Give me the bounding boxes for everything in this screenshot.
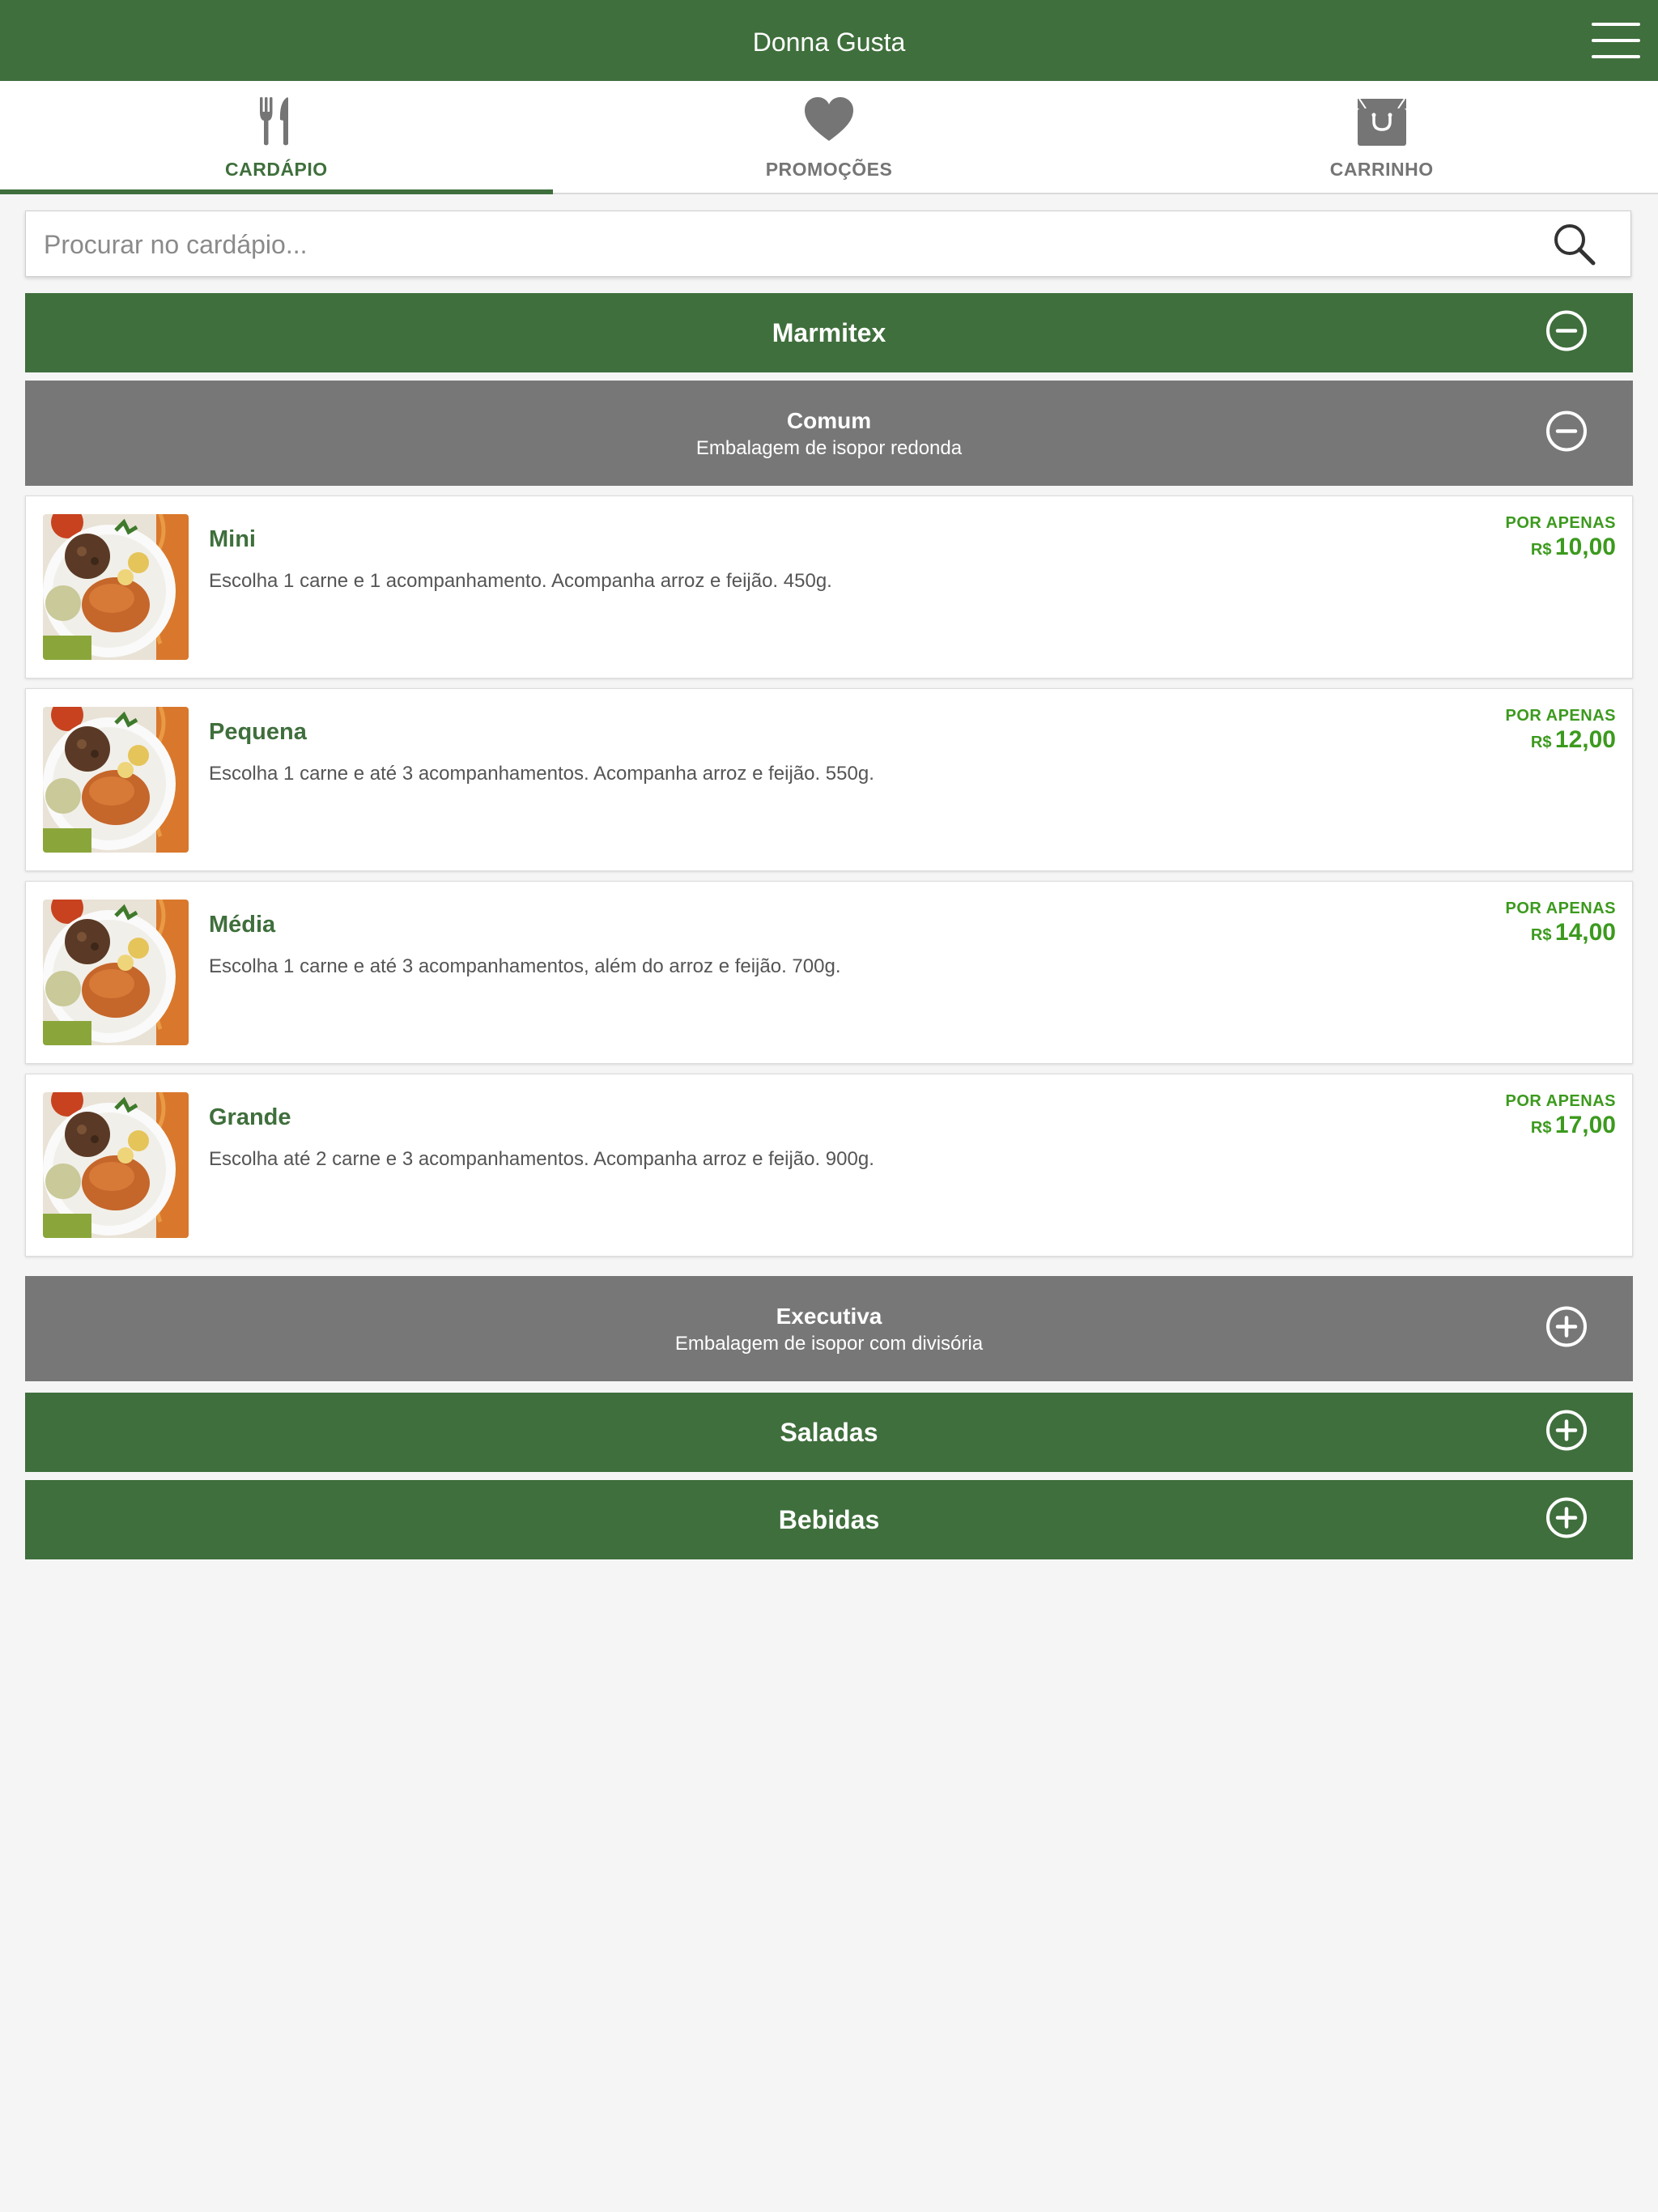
item-description: Escolha 1 carne e até 3 acompanhamentos,… [209,955,841,977]
tab-promocoes-label: PROMOÇÕES [765,159,893,180]
item-name: Pequena [209,719,307,745]
tab-promocoes[interactable]: PROMOÇÕES [553,81,1106,193]
search-input[interactable] [42,211,1519,278]
category-saladas[interactable]: Saladas [25,1393,1633,1472]
price-prefix: POR APENAS [1505,707,1616,725]
search-box [25,211,1631,278]
shopping-bag-icon [1356,96,1408,151]
app-title: Donna Gusta [752,28,906,57]
tab-cardapio[interactable]: CARDÁPIO [0,81,553,194]
item-name: Mini [209,526,256,552]
subcategory-comum[interactable]: Comum Embalagem de isopor redonda [25,381,1633,486]
expand-icon[interactable] [1545,1497,1588,1543]
currency-symbol: R$ [1530,1119,1552,1137]
food-image [43,900,189,1045]
currency-symbol: R$ [1530,926,1552,944]
price-value: 10,00 [1554,534,1616,560]
category-bebidas[interactable]: Bebidas [25,1480,1633,1559]
collapse-icon[interactable] [1545,410,1588,457]
price-prefix: POR APENAS [1505,1092,1616,1110]
menu-item[interactable]: Mini Escolha 1 carne e 1 acompanhamento.… [25,496,1633,678]
category-marmitex[interactable]: Marmitex [25,293,1633,372]
currency-symbol: R$ [1530,541,1552,559]
subcategory-executiva-subtitle: Embalagem de isopor com divisória [674,1333,984,1355]
item-price: R$ 12,00 [1531,726,1616,754]
food-image [43,1092,189,1238]
tab-carrinho-label: CARRINHO [1329,159,1434,180]
menu-icon[interactable] [1592,23,1640,58]
item-name: Grande [209,1104,291,1130]
price-value: 17,00 [1554,1112,1616,1138]
search-icon[interactable] [1553,223,1596,270]
item-description: Escolha até 2 carne e 3 acompanhamentos.… [209,1148,874,1170]
price-prefix: POR APENAS [1505,514,1616,532]
price-prefix: POR APENAS [1505,900,1616,917]
food-image [43,707,189,853]
item-price: R$ 10,00 [1531,534,1616,561]
menu-item[interactable]: Grande Escolha até 2 carne e 3 acompanha… [25,1074,1633,1257]
menu-item[interactable]: Média Escolha 1 carne e até 3 acompanham… [25,881,1633,1064]
item-description: Escolha 1 carne e até 3 acompanhamentos.… [209,763,874,785]
subcategory-comum-subtitle: Embalagem de isopor redonda [695,437,963,459]
item-price: R$ 14,00 [1531,919,1616,946]
fork-knife-icon [258,96,294,151]
category-marmitex-title: Marmitex [772,318,886,347]
expand-icon[interactable] [1545,1306,1588,1352]
category-bebidas-title: Bebidas [778,1505,880,1534]
price-value: 14,00 [1554,919,1616,946]
category-saladas-title: Saladas [780,1418,878,1447]
tab-cardapio-label: CARDÁPIO [225,159,328,180]
collapse-icon[interactable] [1545,310,1588,356]
heart-icon [803,96,855,148]
item-description: Escolha 1 carne e 1 acompanhamento. Acom… [209,570,832,592]
price-value: 12,00 [1554,726,1616,753]
currency-symbol: R$ [1530,734,1552,751]
app-header: Donna Gusta [0,0,1658,81]
tab-carrinho[interactable]: CARRINHO [1105,81,1658,193]
subcategory-executiva[interactable]: Executiva Embalagem de isopor com divisó… [25,1276,1633,1381]
item-price: R$ 17,00 [1531,1112,1616,1139]
food-image [43,514,189,660]
item-name: Média [209,912,276,938]
tab-bar: CARDÁPIO PROMOÇÕES CARRINHO [0,81,1658,194]
subcategory-comum-title: Comum [786,408,872,433]
expand-icon[interactable] [1545,1410,1588,1456]
subcategory-executiva-title: Executiva [776,1304,882,1329]
menu-item[interactable]: Pequena Escolha 1 carne e até 3 acompanh… [25,688,1633,871]
